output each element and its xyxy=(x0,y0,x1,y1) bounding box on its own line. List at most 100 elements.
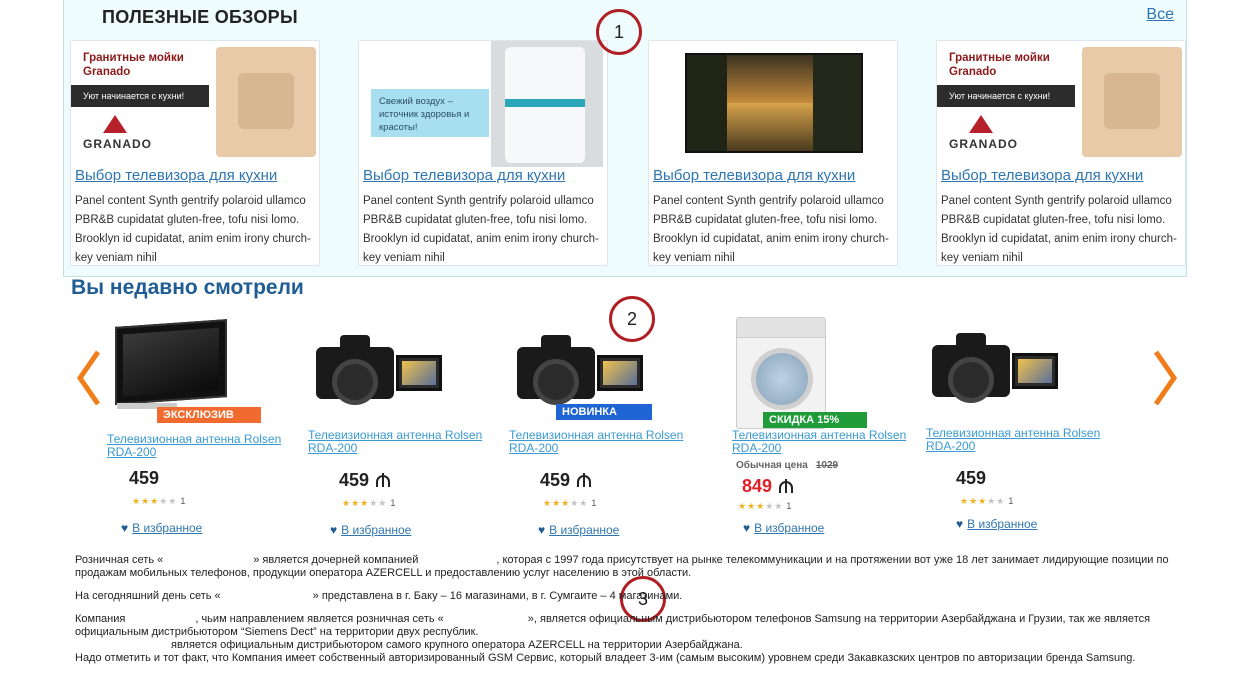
review-card[interactable]: Выбор телевизора для кухни Panel content… xyxy=(648,40,898,266)
product-price: 459 xyxy=(129,468,160,488)
review-count: 1 xyxy=(1008,496,1014,506)
reviews-title: ПОЛЕЗНЫЕ ОБЗОРЫ xyxy=(102,7,298,27)
favorites-label: В избранное xyxy=(967,517,1038,531)
recently-viewed-title: Вы недавно смотрели xyxy=(71,276,304,299)
review-excerpt: Panel content Synth gentrify polaroid ul… xyxy=(653,195,889,264)
add-to-favorites-link[interactable]: ♥ В избранное xyxy=(538,523,619,537)
sink-image xyxy=(1082,47,1182,157)
review-card[interactable]: Свежий воздух – источник здоровья и крас… xyxy=(358,40,608,266)
add-to-favorites-link[interactable]: ♥ В избранное xyxy=(743,521,824,535)
purifier-promo-text: Свежий воздух – источник здоровья и крас… xyxy=(371,89,489,137)
description-paragraph: Розничная сеть « » является дочерней комп… xyxy=(75,554,1190,580)
review-image-granado[interactable]: Гранитные мойки Granado Уют начинается с… xyxy=(937,41,1185,167)
product-image[interactable] xyxy=(926,315,1086,415)
granado-banner: Уют начинается с кухни! xyxy=(71,85,209,107)
product-card[interactable]: СКИДКА 15% Телевизионная антенна Rolsen … xyxy=(732,315,942,545)
granado-logo-icon xyxy=(969,115,993,133)
tv-image xyxy=(115,319,227,405)
product-card[interactable]: Телевизионная антенна Rolsen RDA-200 459… xyxy=(926,315,1136,545)
granado-logo-text: GRANADO xyxy=(83,137,152,151)
favorites-label: В избранное xyxy=(754,521,825,535)
review-count: 1 xyxy=(390,498,396,508)
favorites-label: В избранное xyxy=(549,523,620,537)
brand-line: Гранитные мойки xyxy=(949,52,1050,64)
product-image[interactable] xyxy=(107,315,267,415)
carousel-next-button[interactable] xyxy=(1150,348,1180,408)
granado-brand-text: Гранитные мойки Granado xyxy=(83,51,184,79)
favorites-label: В избранное xyxy=(341,523,412,537)
granado-banner: Уют начинается с кухни! xyxy=(937,85,1075,107)
tv-landscape-image xyxy=(685,53,863,153)
product-title-link[interactable]: Телевизионная антенна Rolsen RDA-200 xyxy=(107,433,297,459)
review-excerpt: Panel content Synth gentrify polaroid ul… xyxy=(941,195,1177,264)
product-image[interactable] xyxy=(308,315,468,415)
product-title-link[interactable]: Телевизионная антенна Rolsen RDA-200 xyxy=(509,429,699,455)
manat-currency-icon xyxy=(376,473,391,487)
product-card[interactable]: Телевизионная антенна Rolsen RDA-200 459… xyxy=(308,315,518,545)
brand-line: Granado xyxy=(949,66,997,78)
carousel-prev-button[interactable] xyxy=(74,348,104,408)
heart-icon: ♥ xyxy=(121,521,129,535)
text: » представлена в г. Баку – 16 магазинами… xyxy=(312,590,683,602)
review-excerpt: Panel content Synth gentrify polaroid ul… xyxy=(363,195,599,264)
description-paragraph: является официальным дистрибьютором само… xyxy=(75,639,1190,652)
rating-stars: ★★★★★ 1 xyxy=(132,496,186,506)
all-reviews-link[interactable]: Все xyxy=(1146,6,1174,24)
granado-logo-text: GRANADO xyxy=(949,137,1018,151)
description-paragraph: Надо отметить и тот факт, что Компания и… xyxy=(75,652,1136,664)
price-value: 459 xyxy=(339,470,370,490)
brand-line: Гранитные мойки xyxy=(83,52,184,64)
review-card[interactable]: Гранитные мойки Granado Уют начинается с… xyxy=(936,40,1186,266)
air-purifier-image xyxy=(491,41,603,167)
review-image-granado[interactable]: Гранитные мойки Granado Уют начинается с… xyxy=(71,41,319,167)
product-title-link[interactable]: Телевизионная антенна Rolsen RDA-200 xyxy=(732,429,922,455)
sink-image xyxy=(216,47,316,157)
granado-logo-icon xyxy=(103,115,127,133)
heart-icon: ♥ xyxy=(956,517,964,531)
heart-icon: ♥ xyxy=(743,521,751,535)
review-title-link[interactable]: Выбор телевизора для кухни xyxy=(75,167,277,184)
manat-currency-icon xyxy=(577,473,592,487)
chevron-right-icon xyxy=(1153,350,1178,406)
text: На сегодняшний день сеть « xyxy=(75,590,221,602)
review-card[interactable]: Гранитные мойки Granado Уют начинается с… xyxy=(70,40,320,266)
product-badge: СКИДКА 15% xyxy=(763,412,867,428)
text: » является дочерней компанией xyxy=(253,554,419,566)
text: Компания xyxy=(75,613,126,625)
price-value: 849 xyxy=(742,476,773,496)
text: , чьим направлением является розничная с… xyxy=(195,613,444,625)
product-card[interactable]: НОВИНКА Телевизионная антенна Rolsen RDA… xyxy=(509,315,719,545)
review-title-link[interactable]: Выбор телевизора для кухни xyxy=(363,167,565,184)
company-description: Розничная сеть « » является дочерней комп… xyxy=(75,554,1190,665)
text: Розничная сеть « xyxy=(75,554,164,566)
favorites-label: В избранное xyxy=(132,521,203,535)
old-price: Обычная цена 1029 xyxy=(736,460,838,471)
review-title-link[interactable]: Выбор телевизора для кухни xyxy=(653,167,855,184)
product-image[interactable] xyxy=(732,315,892,429)
product-price: 459 xyxy=(540,470,592,491)
annotation-marker: 2 xyxy=(609,296,655,342)
product-card[interactable]: ЭКСКЛЮЗИВ Телевизионная антенна Rolsen R… xyxy=(107,315,317,545)
description-paragraph: Компания , чьим направлением является роз… xyxy=(75,613,1190,639)
old-price-value: 1029 xyxy=(815,460,839,471)
rating-stars: ★★★★★ 1 xyxy=(543,498,597,508)
product-price: 459 xyxy=(339,470,391,491)
add-to-favorites-link[interactable]: ♥ В избранное xyxy=(121,521,202,535)
review-image-purifier[interactable]: Свежий воздух – источник здоровья и крас… xyxy=(359,41,607,167)
chevron-left-icon xyxy=(76,350,101,406)
price-value: 459 xyxy=(540,470,571,490)
review-excerpt: Panel content Synth gentrify polaroid ul… xyxy=(75,195,311,264)
review-count: 1 xyxy=(786,501,792,511)
product-badge: НОВИНКА xyxy=(556,404,652,420)
heart-icon: ♥ xyxy=(538,523,546,537)
add-to-favorites-link[interactable]: ♥ В избранное xyxy=(330,523,411,537)
product-title-link[interactable]: Телевизионная антенна Rolsen RDA-200 xyxy=(308,429,498,455)
review-image-tv[interactable] xyxy=(649,41,897,167)
annotation-marker: 1 xyxy=(596,9,642,55)
rating-stars: ★★★★★ 1 xyxy=(738,501,792,511)
review-title-link[interactable]: Выбор телевизора для кухни xyxy=(941,167,1143,184)
old-price-label: Обычная цена xyxy=(736,460,808,471)
heart-icon: ♥ xyxy=(330,523,338,537)
add-to-favorites-link[interactable]: ♥ В избранное xyxy=(956,517,1037,531)
product-title-link[interactable]: Телевизионная антенна Rolsen RDA-200 xyxy=(926,427,1116,453)
